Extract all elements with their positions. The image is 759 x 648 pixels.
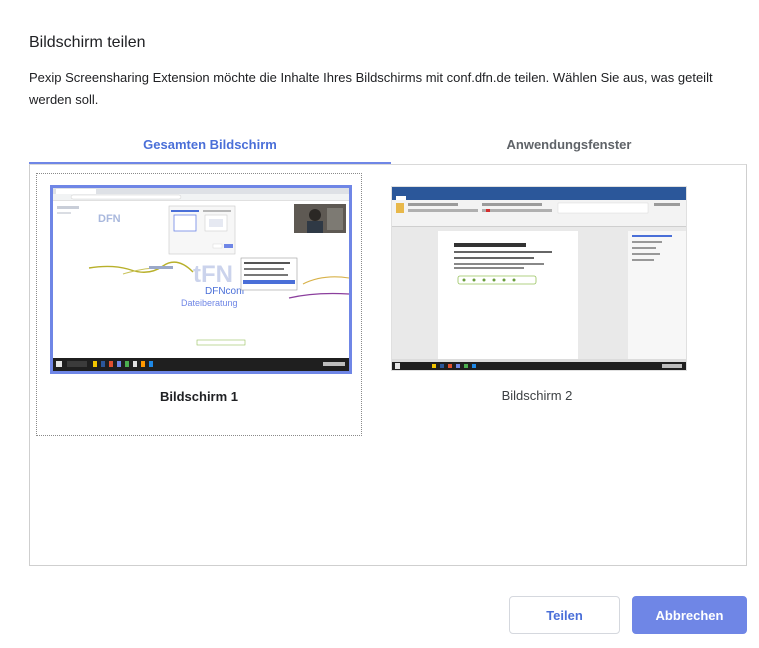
screen-tile-1[interactable]: DFN tFN DFNconf Dateiberatung Bildschirm… <box>36 173 362 436</box>
tab-application-window[interactable]: Anwendungsfenster <box>391 136 747 162</box>
screen-tile-2[interactable]: Bildschirm 2 <box>382 173 692 434</box>
cancel-button[interactable]: Abbrechen <box>632 596 747 634</box>
screen-1-preview: DFN tFN DFNconf Dateiberatung <box>50 185 352 374</box>
share-button[interactable]: Teilen <box>509 596 620 634</box>
screen-2-label: Bildschirm 2 <box>501 388 573 403</box>
preview-text-subline: Dateiberatung <box>181 298 238 308</box>
preview-text-dfnconf: DFNconf <box>205 286 245 297</box>
dialog-title: Bildschirm teilen <box>29 34 146 51</box>
tab-entire-screen[interactable]: Gesamten Bildschirm <box>29 136 391 164</box>
source-picker-pane: DFN tFN DFNconf Dateiberatung Bildschirm… <box>29 164 747 566</box>
dialog-description: Pexip Screensharing Extension möchte die… <box>29 70 713 107</box>
screen-2-preview <box>391 186 687 371</box>
dfn-logo-small: DFN <box>98 213 121 225</box>
screen-1-label: Bildschirm 1 <box>159 389 239 404</box>
dfn-watermark: tFN <box>193 261 233 288</box>
